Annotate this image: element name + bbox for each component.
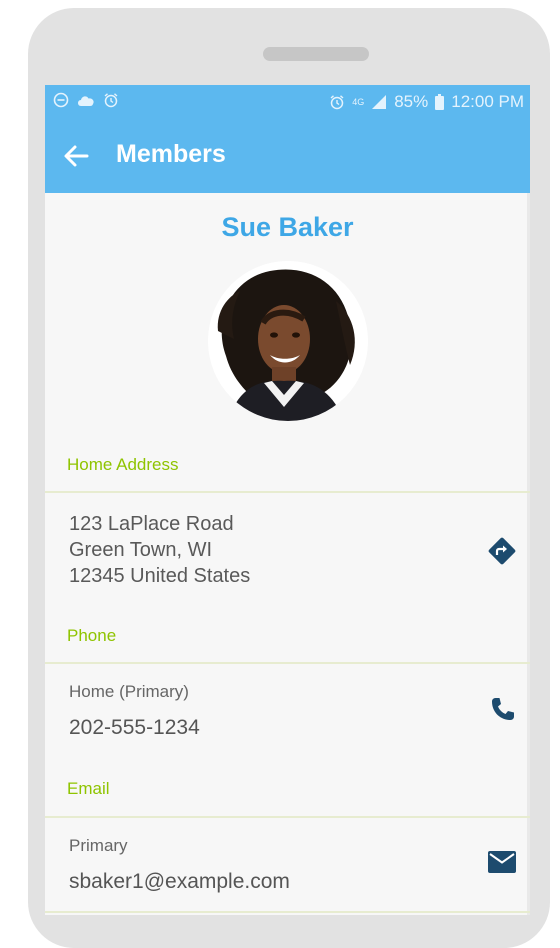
clock: 12:00 PM: [451, 92, 524, 111]
address-line-1[interactable]: 123 LaPlace Road: [69, 513, 234, 536]
arrow-left-icon[interactable]: [61, 141, 91, 171]
phone-number[interactable]: 202-555-1234: [69, 716, 200, 740]
page-title: Members: [116, 140, 226, 168]
cloud-icon: [78, 96, 94, 106]
home-address-label: Home Address: [67, 455, 179, 474]
directions-icon[interactable]: [486, 535, 518, 567]
scroll-edge: [527, 193, 530, 915]
email-address[interactable]: sbaker1@example.com: [69, 870, 290, 894]
phone-type: Home (Primary): [69, 682, 189, 701]
app-screen: 4G 85% 12:00 PM Members Sue Baker Home A…: [45, 85, 530, 915]
alarm-icon: [330, 95, 344, 110]
email-label: Email: [67, 779, 110, 798]
divider: [45, 816, 530, 818]
divider: [45, 911, 530, 913]
alarm-icon: [104, 93, 118, 108]
address-line-3[interactable]: 12345 United States: [69, 565, 250, 588]
status-bar: 4G 85% 12:00 PM: [45, 85, 530, 119]
network-type: 4G: [352, 97, 365, 107]
minus-circle-icon: [53, 92, 69, 108]
address-line-2[interactable]: Green Town, WI: [69, 539, 212, 562]
divider: [45, 662, 530, 664]
signal-icon: [372, 95, 387, 109]
app-bar: Members: [45, 119, 530, 193]
member-photo: [208, 261, 368, 421]
speaker-grille: [263, 47, 369, 61]
member-name: Sue Baker: [221, 212, 354, 242]
battery-icon: [435, 94, 445, 110]
divider: [45, 491, 530, 493]
mail-icon[interactable]: [487, 850, 517, 874]
email-type: Primary: [69, 836, 128, 855]
phone-icon[interactable]: [487, 695, 517, 725]
phone-label: Phone: [67, 626, 117, 645]
battery-percent: 85%: [394, 92, 429, 111]
avatar: [208, 261, 368, 421]
